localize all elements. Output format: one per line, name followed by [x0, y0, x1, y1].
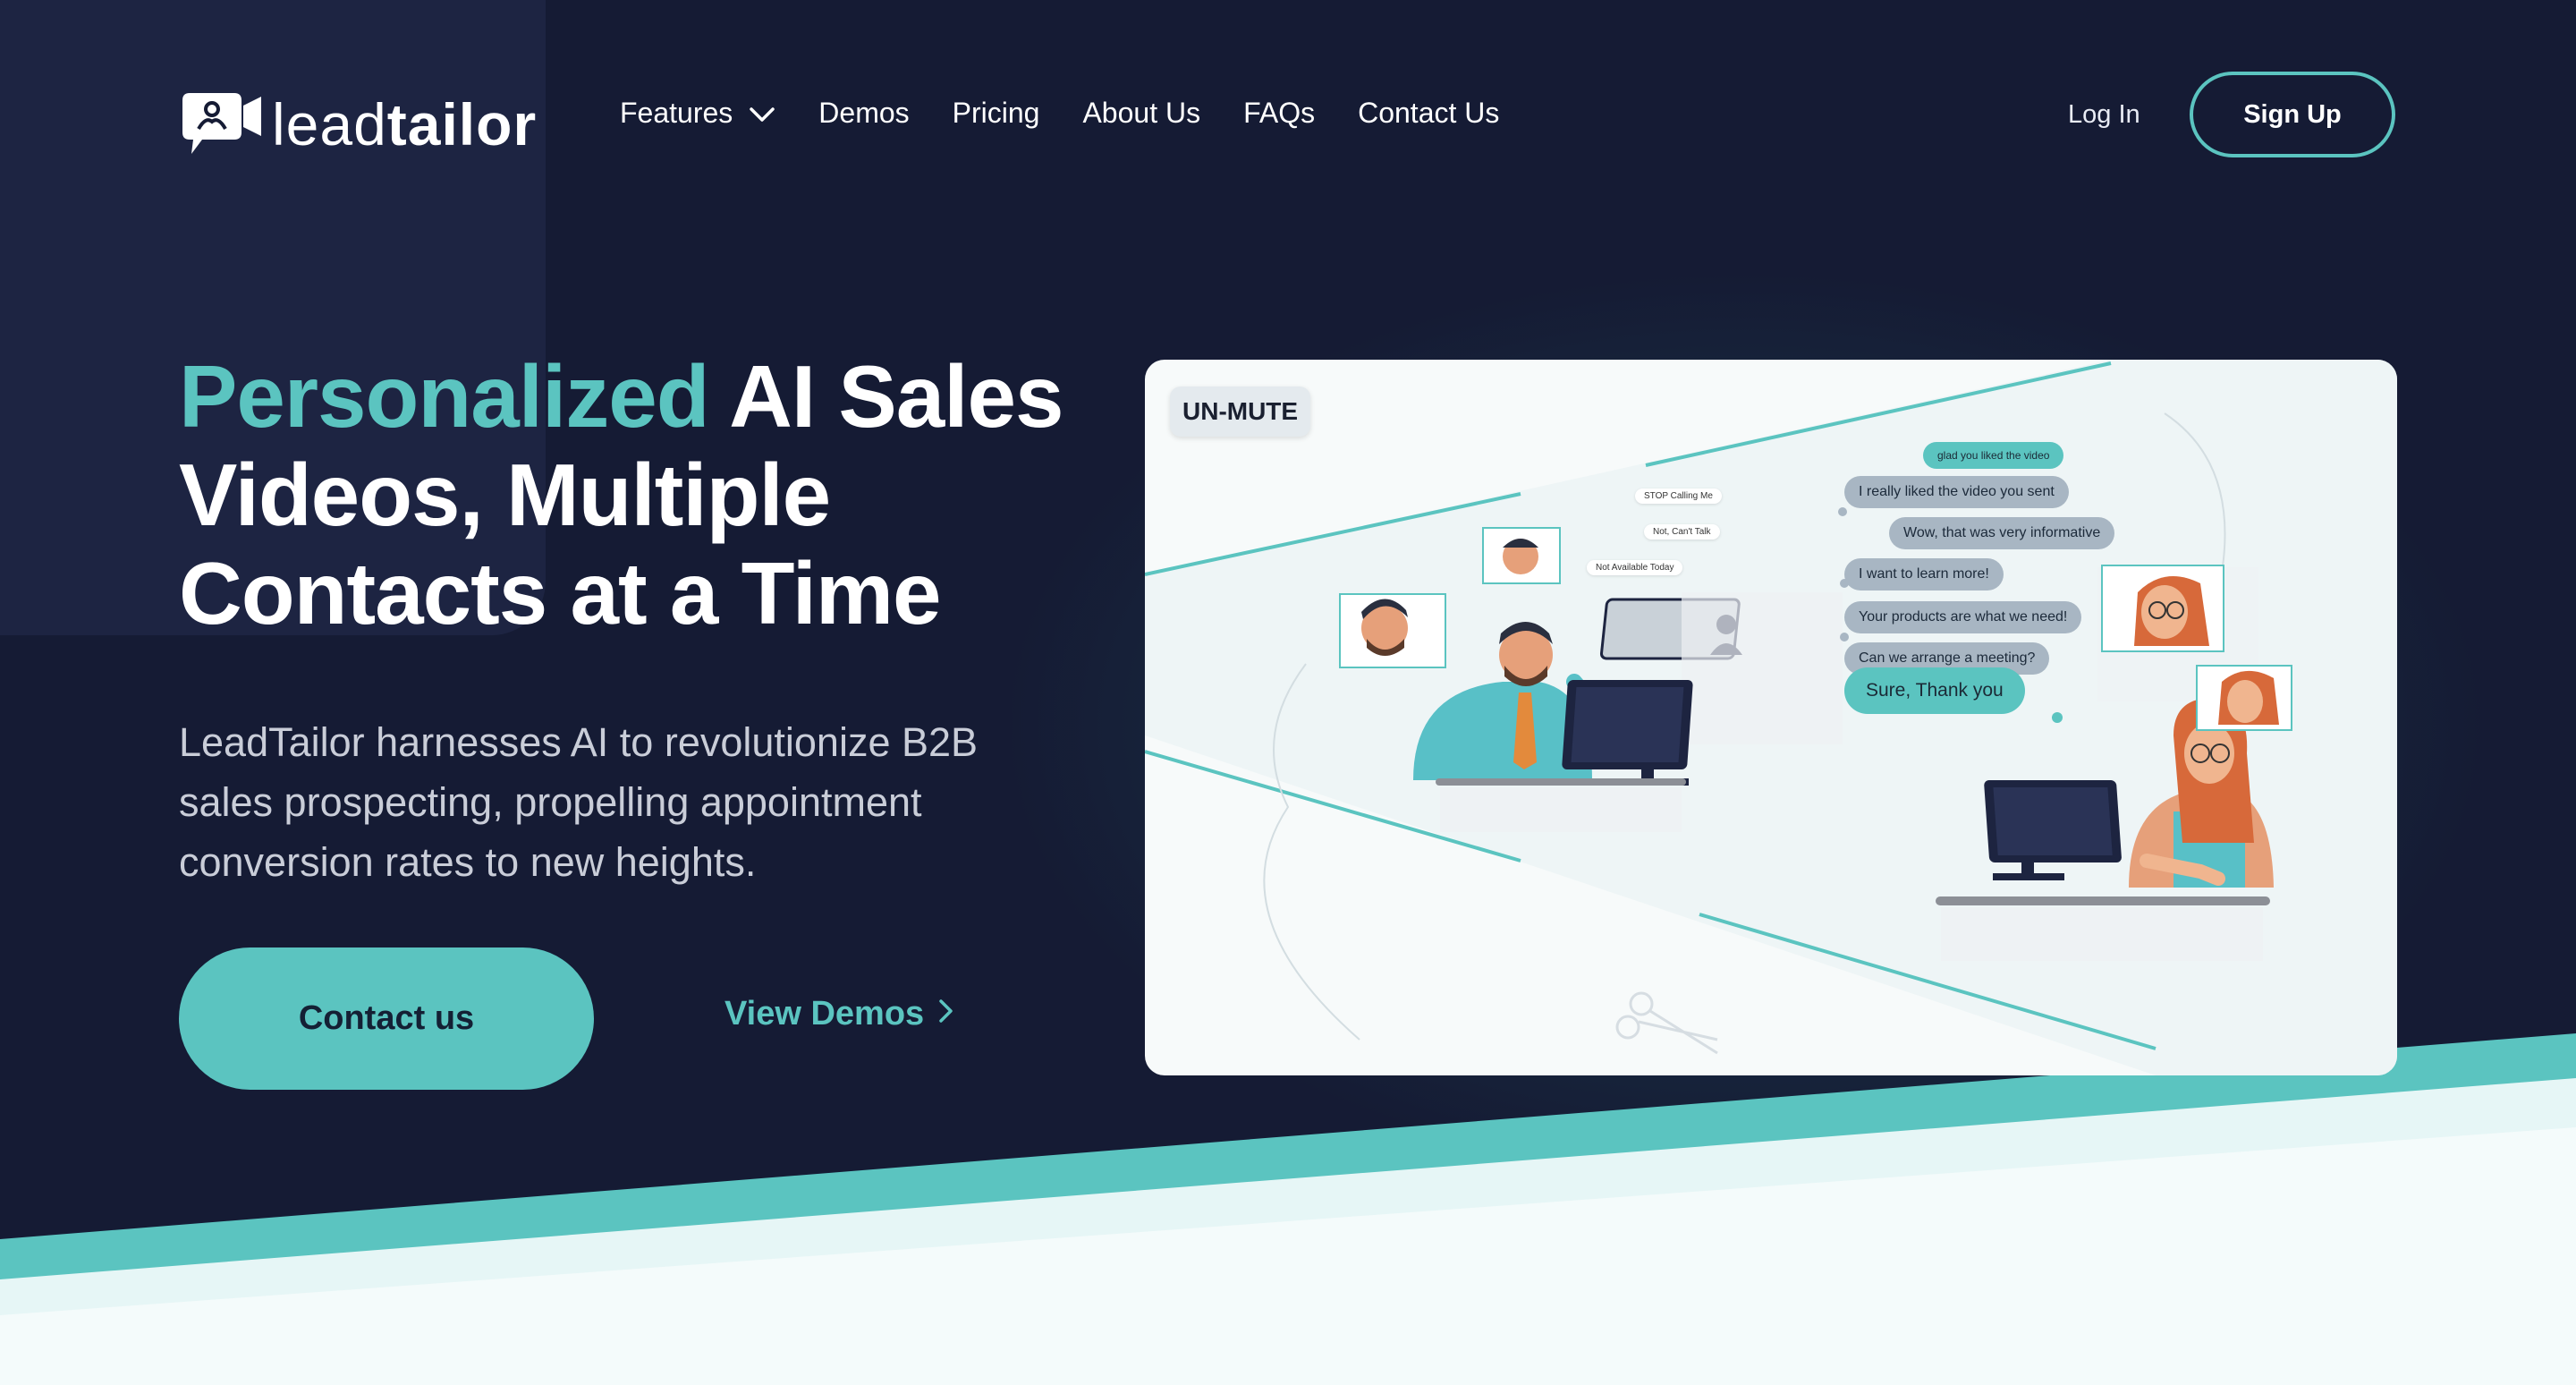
nav-item-label: Pricing: [952, 97, 1040, 129]
logo-text-bold: tailor: [386, 91, 538, 157]
chat-bubble: I really liked the video you sent: [1844, 476, 2069, 508]
nav-item-label: FAQs: [1243, 97, 1316, 129]
hero-title: Personalized AI Sales Videos, Multiple C…: [179, 347, 1109, 642]
hero-description: LeadTailor harnesses AI to revolutionize…: [179, 719, 979, 885]
signup-button[interactable]: Sign Up: [2190, 72, 2395, 157]
note-bubble: STOP Calling Me: [1635, 489, 1722, 504]
nav-item-contact-us[interactable]: Contact Us: [1358, 97, 1499, 130]
logo-text-light: lead: [272, 91, 387, 157]
hero-title-line-2: Videos, Multiple: [179, 446, 831, 544]
video-illustration: [1145, 360, 2397, 1075]
nav-item-label: Demos: [818, 97, 910, 129]
chat-bubble: Your products are what we need!: [1844, 601, 2082, 633]
video-player[interactable]: UN-MUTE STOP Calling Me Not, Can't Talk …: [1145, 360, 2397, 1075]
nav-item-label: Features: [620, 97, 733, 129]
nav-item-about-us[interactable]: About Us: [1082, 97, 1200, 130]
chat-bubble: Wow, that was very informative: [1889, 517, 2115, 549]
nav-item-label: About Us: [1082, 97, 1201, 129]
nav-item-features[interactable]: Features: [620, 97, 775, 130]
logo[interactable]: leadtailor: [179, 89, 537, 159]
chat-bubble: glad you liked the video: [1923, 442, 2064, 469]
view-demos-link[interactable]: View Demos: [724, 995, 954, 1033]
hero-title-highlight: Personalized: [179, 347, 710, 446]
view-demos-label: View Demos: [724, 995, 925, 1032]
hero-title-line-1-rest: AI Sales: [708, 347, 1063, 446]
chevron-right-icon: [938, 995, 954, 1033]
chevron-down-icon: [749, 97, 775, 130]
note-bubble: Not Available Today: [1587, 560, 1683, 575]
logo-text: leadtailor: [272, 90, 537, 158]
nav-item-demos[interactable]: Demos: [818, 97, 909, 130]
nav-item-faqs[interactable]: FAQs: [1243, 97, 1315, 130]
note-bubble: Not, Can't Talk: [1644, 524, 1720, 540]
unmute-button[interactable]: UN-MUTE: [1170, 387, 1311, 437]
chat-bubble: Sure, Thank you: [1844, 667, 2025, 714]
hero-title-line-1: Personalized AI Sales: [179, 347, 1109, 446]
nav-item-pricing[interactable]: Pricing: [953, 97, 1040, 130]
contact-us-button[interactable]: Contact us: [179, 947, 594, 1090]
chat-bubble: I want to learn more!: [1844, 558, 2004, 591]
top-navigation: leadtailor Features Demos Pricing About …: [0, 0, 2576, 233]
logo-icon: [179, 89, 265, 159]
nav-item-label: Contact Us: [1358, 97, 1500, 129]
login-link[interactable]: Log In: [2068, 100, 2140, 130]
main-menu: Features Demos Pricing About Us FAQs Con…: [620, 97, 1542, 130]
hero-title-line-3: Contacts at a Time: [179, 544, 942, 642]
